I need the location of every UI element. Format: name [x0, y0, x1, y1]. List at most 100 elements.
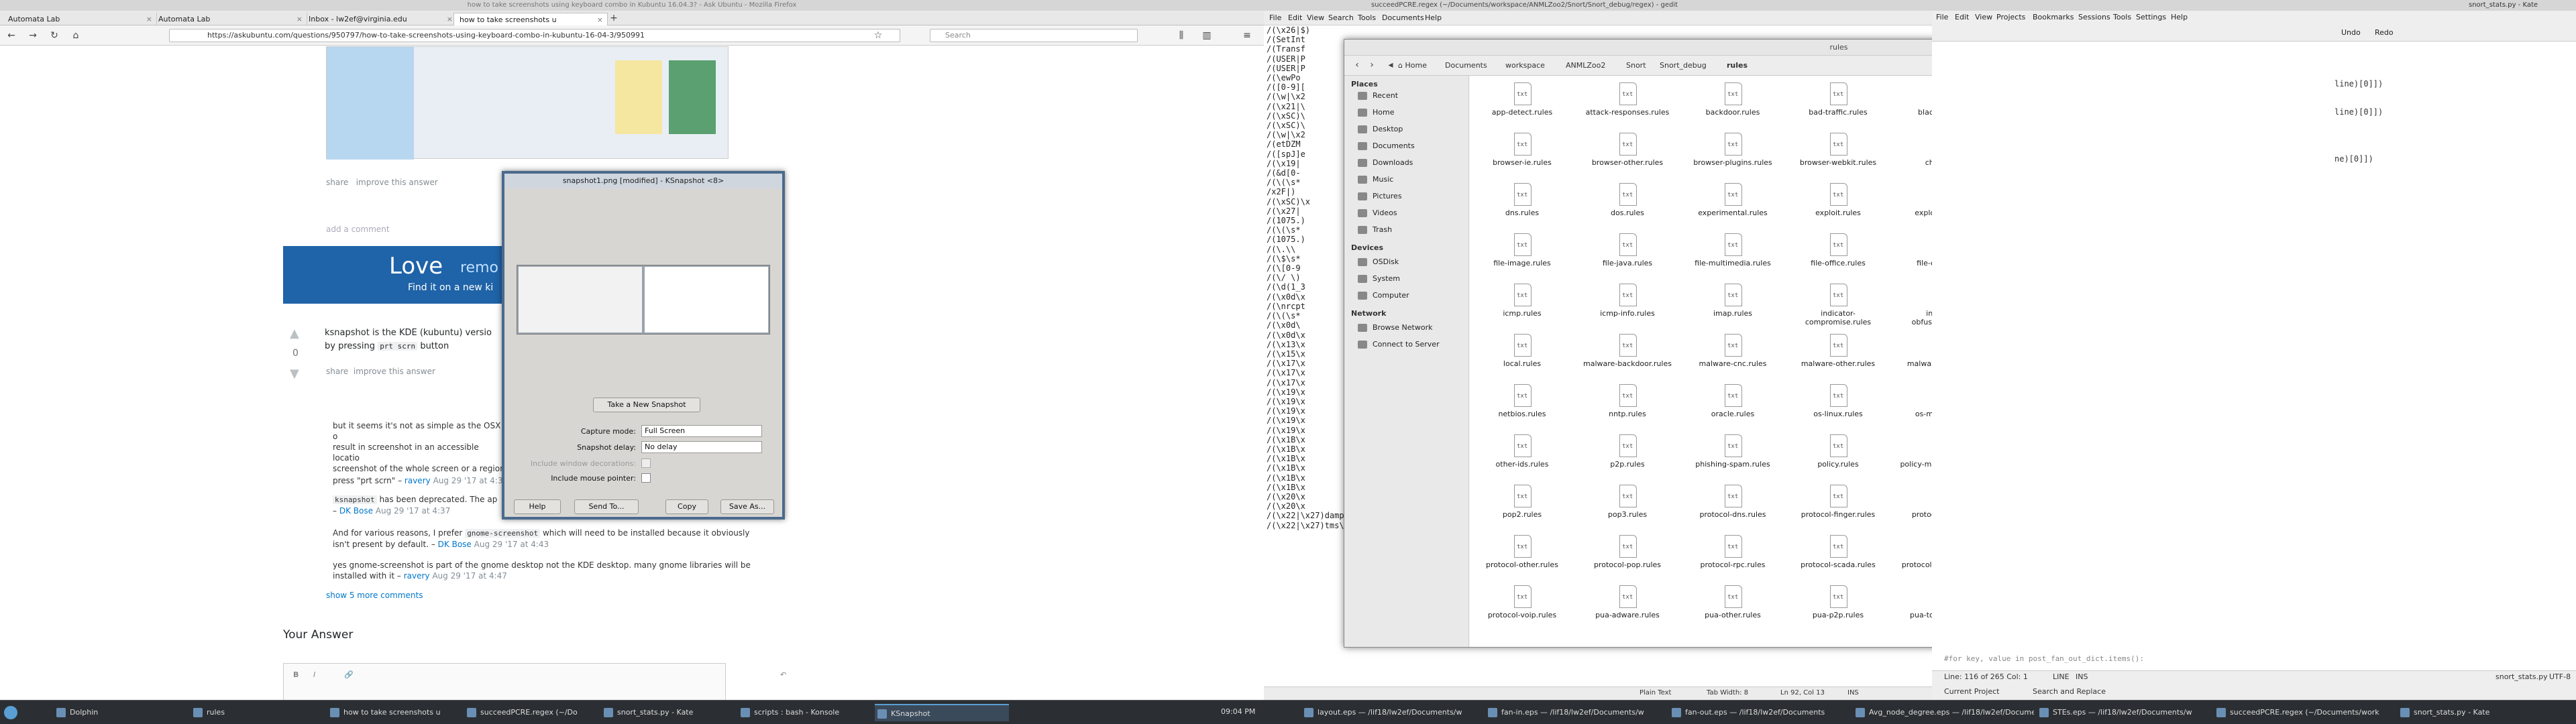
- back-icon[interactable]: ‹: [1351, 59, 1363, 71]
- file-item[interactable]: txt protocol-scada.rules: [1791, 530, 1885, 578]
- breadcrumb-documents[interactable]: Documents: [1445, 60, 1487, 71]
- library-icon[interactable]: ⫼: [1175, 29, 1187, 42]
- menu-help[interactable]: Help: [1425, 13, 1442, 22]
- file-item[interactable]: txt dos.rules: [1580, 178, 1674, 226]
- file-item[interactable]: txt policy.rules: [1791, 429, 1885, 477]
- kate-editor[interactable]: line)[0]]) line)[0]]) ne)[0]]): [2334, 42, 2576, 685]
- task-fanin-eps[interactable]: fan-in.eps — /lif18/lw2ef/Documents/w: [1485, 704, 1666, 721]
- task-firefox[interactable]: how to take screenshots u: [327, 704, 462, 721]
- bookmark-star-icon[interactable]: ☆: [872, 29, 884, 42]
- sidebar-item-pictures[interactable]: Pictures: [1358, 191, 1402, 202]
- file-item[interactable]: txt malware-cnc.rules: [1686, 328, 1780, 377]
- sidebar-item-connect-server[interactable]: Connect to Server: [1358, 339, 1440, 350]
- app-launcher-icon[interactable]: [4, 706, 17, 719]
- file-item[interactable]: txt pua-adware.rules: [1580, 580, 1674, 628]
- capture-mode-select[interactable]: Full Screen: [641, 425, 762, 437]
- show-more-comments-link[interactable]: show 5 more comments: [326, 591, 423, 600]
- task-dolphin[interactable]: Dolphin: [54, 704, 188, 721]
- file-item[interactable]: txt file-image.rules: [1475, 228, 1569, 276]
- file-item[interactable]: txt protocol-dns.rules: [1686, 479, 1780, 528]
- undo-button[interactable]: Undo: [2341, 28, 2361, 37]
- file-item[interactable]: txt malware-backdoor.rules: [1580, 328, 1674, 377]
- save-as-button[interactable]: Save As...: [720, 499, 774, 514]
- file-item[interactable]: txt exploit.rules: [1791, 178, 1885, 226]
- file-item[interactable]: txt icmp.rules: [1475, 278, 1569, 326]
- pointer-checkbox[interactable]: [641, 473, 651, 483]
- file-item[interactable]: txt protocol-finger.rules: [1791, 479, 1885, 528]
- file-item[interactable]: txt pua-p2p.rules: [1791, 580, 1885, 628]
- search-replace-tab[interactable]: Search and Replace: [2033, 687, 2106, 696]
- file-item[interactable]: txt oracle.rules: [1686, 379, 1780, 427]
- forward-icon[interactable]: ›: [1366, 59, 1378, 71]
- menu-view[interactable]: View: [1307, 13, 1324, 22]
- sidebar-item-recent[interactable]: Recent: [1358, 90, 1398, 101]
- copy-button[interactable]: Copy: [665, 499, 708, 514]
- add-comment-link[interactable]: add a comment: [326, 225, 390, 234]
- italic-icon[interactable]: I: [313, 670, 315, 679]
- ad-banner[interactable]: Love remo Find it on a new ki: [283, 246, 504, 304]
- task-gedit-2[interactable]: succeedPCRE.regex (~/Documents/work: [2214, 704, 2395, 721]
- downvote-icon[interactable]: ▼: [290, 367, 299, 381]
- task-gedit[interactable]: succeedPCRE.regex (~/Do: [464, 704, 598, 721]
- send-to-button[interactable]: Send To...: [574, 499, 639, 514]
- close-icon[interactable]: ×: [447, 13, 453, 25]
- snapshot-delay-select[interactable]: No delay: [641, 441, 762, 453]
- current-project-tab[interactable]: Current Project: [1944, 687, 1999, 696]
- menu-edit[interactable]: Edit: [1288, 13, 1302, 22]
- close-icon[interactable]: ×: [597, 13, 603, 25]
- task-kate-2[interactable]: snort_stats.py - Kate: [2398, 704, 2573, 721]
- task-layout-eps[interactable]: layout.eps — /lif18/lw2ef/Documents/w: [1301, 704, 1483, 721]
- file-item[interactable]: txt file-java.rules: [1580, 228, 1674, 276]
- help-button[interactable]: Help: [514, 499, 561, 514]
- path-left-icon[interactable]: ◂: [1385, 59, 1397, 71]
- decorations-checkbox[interactable]: [641, 459, 651, 468]
- breadcrumb-snort[interactable]: Snort: [1626, 60, 1646, 71]
- file-item[interactable]: txt app-detect.rules: [1475, 77, 1569, 125]
- sidebar-item-videos[interactable]: Videos: [1358, 208, 1397, 219]
- menu-documents[interactable]: Documents: [1382, 13, 1424, 22]
- sidebar-item-browse-network[interactable]: Browse Network: [1358, 322, 1432, 333]
- file-item[interactable]: txt experimental.rules: [1686, 178, 1780, 226]
- file-item[interactable]: txt pop2.rules: [1475, 479, 1569, 528]
- file-item[interactable]: txt browser-ie.rules: [1475, 127, 1569, 176]
- tab-automata-lab-1[interactable]: Automata Lab ×: [3, 13, 157, 25]
- file-item[interactable]: txt protocol-pop.rules: [1580, 530, 1674, 578]
- sidebar-item-system[interactable]: System: [1358, 274, 1400, 284]
- sidebar-item-trash[interactable]: Trash: [1358, 225, 1392, 235]
- breadcrumb-snort-debug[interactable]: Snort_debug: [1660, 60, 1707, 71]
- file-item[interactable]: txt protocol-voip.rules: [1475, 580, 1569, 628]
- file-item[interactable]: txt os-linux.rules: [1791, 379, 1885, 427]
- file-item[interactable]: txt other-ids.rules: [1475, 429, 1569, 477]
- sidebar-item-downloads[interactable]: Downloads: [1358, 158, 1413, 168]
- file-item[interactable]: txt browser-webkit.rules: [1791, 127, 1885, 176]
- task-konsole[interactable]: scripts : bash - Konsole: [738, 704, 872, 721]
- menu-tools[interactable]: Tools: [1358, 13, 1376, 22]
- sidebar-item-desktop[interactable]: Desktop: [1358, 124, 1403, 135]
- file-item[interactable]: txt protocol-other.rules: [1475, 530, 1569, 578]
- file-item[interactable]: txt phishing-spam.rules: [1686, 429, 1780, 477]
- close-icon[interactable]: ×: [146, 13, 152, 25]
- forward-icon[interactable]: →: [27, 29, 39, 42]
- file-item[interactable]: txt netbios.rules: [1475, 379, 1569, 427]
- file-item[interactable]: txt bad-traffic.rules: [1791, 77, 1885, 125]
- menu-file[interactable]: File: [1269, 13, 1281, 22]
- sidebar-item-osdisk[interactable]: OSDisk: [1358, 257, 1399, 267]
- search-input[interactable]: Search: [930, 29, 1138, 42]
- reload-icon[interactable]: ↻: [48, 29, 60, 42]
- file-item[interactable]: txt malware-other.rules: [1791, 328, 1885, 377]
- sidebar-icon[interactable]: ▥: [1201, 29, 1213, 42]
- tab-inbox[interactable]: Inbox - lw2ef@virginia.edu ×: [303, 13, 458, 25]
- url-bar[interactable]: https://askubuntu.com/questions/950797/h…: [169, 29, 900, 42]
- file-item[interactable]: txt protocol-rpc.rules: [1686, 530, 1780, 578]
- breadcrumb-workspace[interactable]: workspace: [1505, 60, 1545, 71]
- sidebar-item-documents[interactable]: Documents: [1358, 141, 1415, 152]
- take-snapshot-button[interactable]: Take a New Snapshot: [593, 398, 700, 412]
- share-link[interactable]: share: [326, 178, 348, 187]
- file-item[interactable]: txt imap.rules: [1686, 278, 1780, 326]
- task-kate[interactable]: snort_stats.py - Kate: [601, 704, 735, 721]
- breadcrumb-anmlzoo2[interactable]: ANMLZoo2: [1566, 60, 1605, 71]
- undo-icon[interactable]: ↶: [780, 670, 786, 679]
- back-icon[interactable]: ←: [5, 29, 17, 42]
- snapshot-preview[interactable]: [517, 265, 770, 335]
- file-item[interactable]: txt attack-responses.rules: [1580, 77, 1674, 125]
